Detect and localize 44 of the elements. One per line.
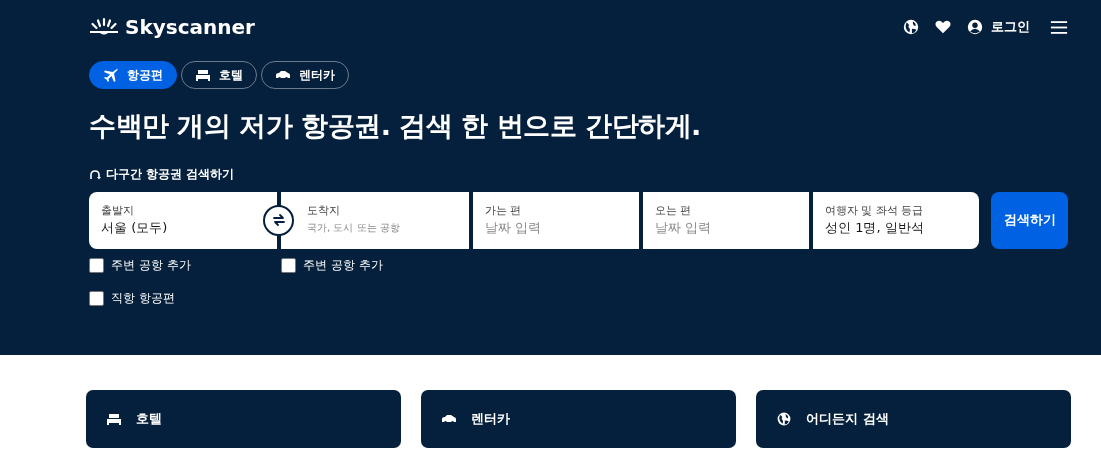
route-icon bbox=[89, 168, 101, 181]
category-card[interactable]: 호텔 bbox=[86, 390, 401, 448]
checkbox-label: 주변 공항 추가 bbox=[111, 257, 191, 274]
checkbox[interactable] bbox=[89, 258, 104, 273]
logo[interactable]: Skyscanner bbox=[89, 15, 255, 39]
bed-icon bbox=[106, 411, 122, 427]
login-button[interactable]: 로그인 bbox=[966, 18, 1030, 36]
swap-icon bbox=[271, 213, 286, 227]
checkbox[interactable] bbox=[281, 258, 296, 273]
field-label: 출발지 bbox=[101, 203, 135, 218]
field-label: 도착지 bbox=[307, 203, 341, 218]
plane-icon bbox=[103, 67, 119, 83]
bed-icon bbox=[195, 67, 211, 83]
field-placeholder: 국가, 도시 또는 공항 bbox=[307, 221, 401, 235]
search-field[interactable]: 가는 편 날짜 입력 bbox=[473, 191, 639, 249]
globe-icon[interactable] bbox=[902, 18, 920, 36]
category-tab[interactable]: 항공편 bbox=[89, 61, 177, 89]
menu-icon[interactable] bbox=[1050, 19, 1068, 35]
card-label: 어디든지 검색 bbox=[806, 410, 889, 428]
user-icon bbox=[966, 18, 984, 36]
globe-icon bbox=[776, 411, 792, 427]
category-card[interactable]: 렌터카 bbox=[421, 390, 736, 448]
field-label: 오는 편 bbox=[655, 203, 693, 218]
card-label: 호텔 bbox=[136, 410, 162, 428]
search-field[interactable]: 여행자 및 좌석 등급 성인 1명, 일반석 bbox=[813, 191, 979, 249]
checkbox-label: 주변 공항 추가 bbox=[303, 257, 383, 274]
category-card[interactable]: 어디든지 검색 bbox=[756, 390, 1071, 448]
search-field[interactable]: 도착지 국가, 도시 또는 공항 bbox=[281, 191, 469, 249]
field-label: 여행자 및 좌석 등급 bbox=[825, 203, 925, 218]
field-value: 성인 1명, 일반석 bbox=[825, 219, 925, 237]
multi-city-link[interactable]: 다구간 항공권 검색하기 bbox=[89, 166, 235, 183]
field-value: 서울 (모두) bbox=[101, 219, 169, 237]
checkbox-label: 직항 항공편 bbox=[111, 290, 175, 307]
card-label: 렌터카 bbox=[471, 410, 510, 428]
field-placeholder: 날짜 입력 bbox=[655, 219, 713, 237]
search-field[interactable]: 출발지 서울 (모두) bbox=[89, 191, 277, 249]
field-placeholder: 날짜 입력 bbox=[485, 219, 543, 237]
sunrise-icon bbox=[89, 17, 119, 37]
search-field[interactable]: 오는 편 날짜 입력 bbox=[643, 191, 809, 249]
checkbox[interactable] bbox=[89, 291, 104, 306]
field-label: 가는 편 bbox=[485, 203, 523, 218]
headline: 수백만 개의 저가 항공권. 검색 한 번으로 간단하게. bbox=[89, 109, 702, 143]
search-button[interactable]: 검색하기 bbox=[991, 191, 1068, 249]
heart-icon[interactable] bbox=[934, 18, 952, 36]
